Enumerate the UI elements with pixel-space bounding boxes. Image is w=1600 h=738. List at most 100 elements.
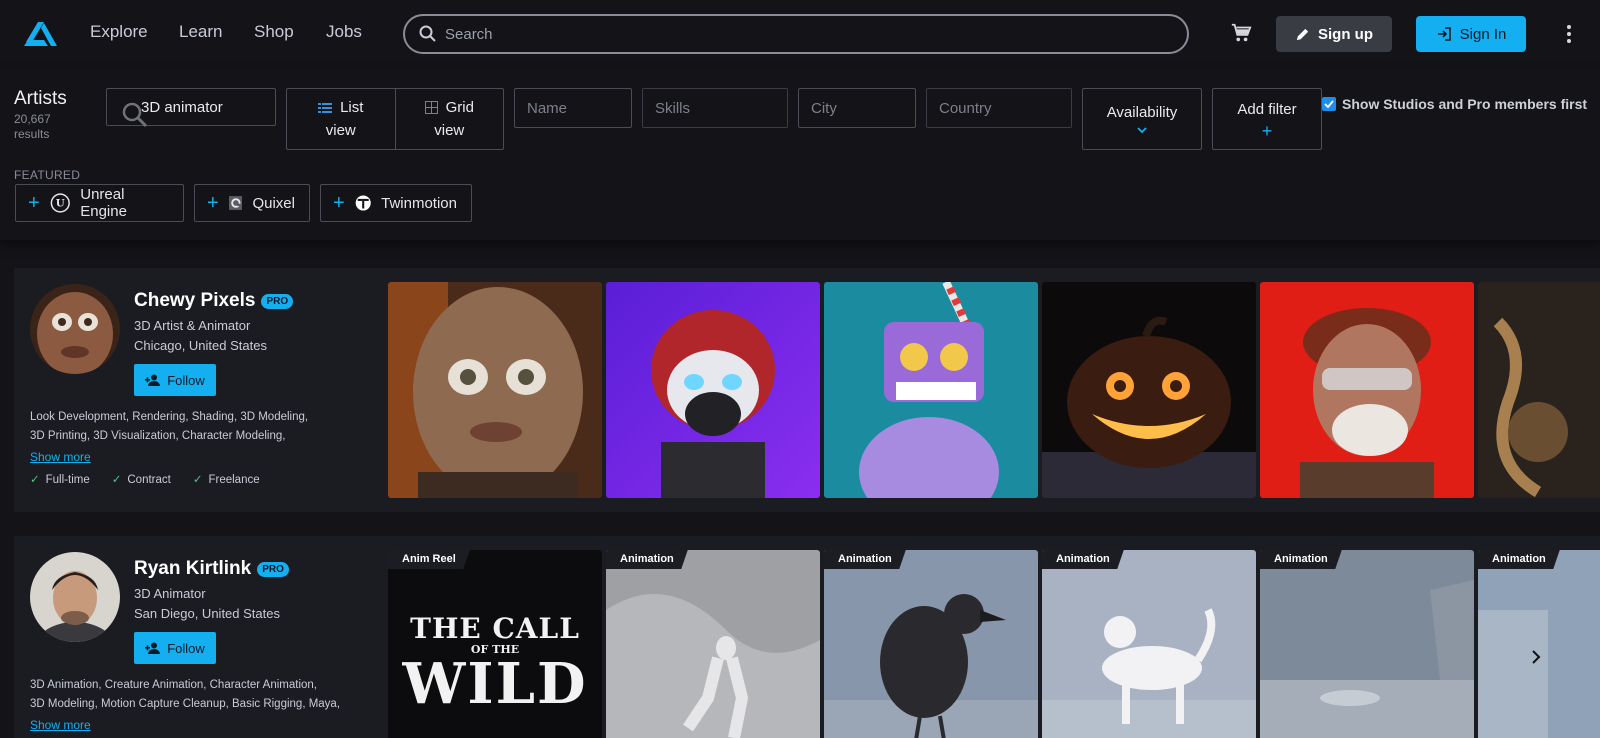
artwork-strip — [388, 282, 1600, 498]
artwork-thumbnail[interactable]: Animation — [1478, 550, 1600, 738]
availability-item: ✓ Full-time — [30, 474, 90, 486]
chevron-down-icon — [1137, 127, 1147, 134]
sign-in-label: Sign In — [1459, 25, 1507, 43]
artist-card: Chewy Pixels PRO 3D Artist & Animator Ch… — [14, 268, 1600, 512]
availability-item: ✓ Freelance — [192, 474, 260, 486]
artwork-thumbnail[interactable]: Animation — [606, 550, 820, 738]
featured-unreal-engine[interactable]: + U Unreal Engine — [15, 184, 184, 222]
check-icon: ✓ — [192, 474, 203, 486]
artwork-thumbnail[interactable] — [1478, 282, 1600, 498]
artist-role: 3D Artist & Animator — [134, 318, 251, 333]
checkbox-checked-icon[interactable] — [1322, 97, 1336, 111]
nav-shop[interactable]: Shop — [254, 22, 294, 42]
artwork-thumbnail[interactable] — [1042, 282, 1256, 498]
search-icon — [419, 25, 436, 42]
nav-learn[interactable]: Learn — [179, 22, 222, 42]
skills-line: Look Development, Rendering, Shading, 3D… — [30, 411, 309, 423]
artstation-logo[interactable] — [22, 18, 58, 50]
page-title: Artists — [14, 88, 67, 109]
filter-bar: Artists 20,667 results 3D animator List … — [0, 68, 1600, 240]
check-icon: ✓ — [30, 474, 40, 486]
thumbnail-tag: Animation — [606, 550, 688, 569]
artwork-thumbnail[interactable] — [1260, 282, 1474, 498]
keyword-filter[interactable]: 3D animator — [106, 88, 276, 128]
avatar[interactable] — [30, 284, 120, 374]
results-count: 20,667 results — [14, 112, 74, 142]
artist-name[interactable]: Chewy Pixels PRO — [134, 290, 294, 312]
sign-in-button[interactable]: Sign In — [1416, 16, 1526, 52]
view-toggle: List view Grid view — [286, 88, 504, 150]
plus-icon: + — [28, 192, 40, 214]
artwork-thumbnail[interactable] — [824, 282, 1038, 498]
add-user-icon — [145, 642, 161, 654]
featured-quixel-label: Quixel — [252, 194, 295, 212]
sign-up-label: Sign up — [1318, 25, 1373, 43]
artist-name[interactable]: Ryan Kirtlink PRO — [134, 558, 289, 580]
artist-location: San Diego, United States — [134, 606, 280, 621]
reel-title-line: WILD — [402, 651, 588, 717]
artist-card: Ryan Kirtlink PRO 3D Animator San Diego,… — [14, 536, 1600, 738]
city-filter[interactable]: City — [798, 88, 916, 128]
artist-role: 3D Animator — [134, 586, 206, 601]
thumbnail-tag: Animation — [1260, 550, 1342, 569]
artwork-strip: THE CALL OF THE WILD Anim Reel Animation — [388, 550, 1600, 738]
pro-badge: PRO — [261, 293, 294, 309]
list-view-button[interactable]: List view — [287, 89, 395, 149]
artwork-thumbnail[interactable]: Animation — [824, 550, 1038, 738]
skills-line: 3D Modeling, Motion Capture Cleanup, Bas… — [30, 698, 341, 710]
availability-list: ✓ Full-time ✓ Contract ✓ Freelance — [30, 472, 260, 486]
show-more-link[interactable]: Show more — [30, 718, 91, 732]
add-filter-button[interactable]: Add filter + — [1212, 88, 1322, 150]
grid-view-label: Grid — [445, 99, 474, 116]
skills-line: 3D Printing, 3D Visualization, Character… — [30, 430, 286, 442]
country-filter[interactable]: Country — [926, 88, 1072, 128]
follow-label: Follow — [167, 372, 205, 388]
pro-badge: PRO — [257, 561, 289, 577]
artwork-thumbnail[interactable] — [388, 282, 602, 498]
plus-icon: + — [333, 192, 345, 214]
follow-button[interactable]: Follow — [134, 632, 216, 664]
plus-icon: + — [1261, 120, 1273, 141]
top-navbar: Explore Learn Shop Jobs Sign up Sign In — [0, 0, 1600, 68]
avatar[interactable] — [30, 552, 120, 642]
studios-first-checkbox[interactable]: Show Studios and Pro members first — [1322, 96, 1587, 112]
add-filter-label: Add filter — [1237, 100, 1297, 118]
follow-label: Follow — [167, 640, 205, 656]
artwork-thumbnail[interactable]: Animation — [1042, 550, 1256, 738]
list-view-label: List — [340, 99, 364, 116]
availability-dropdown[interactable]: Availability — [1082, 88, 1202, 150]
svg-text:U: U — [55, 198, 64, 210]
nav-explore[interactable]: Explore — [90, 22, 148, 42]
sign-up-button[interactable]: Sign up — [1276, 16, 1392, 52]
chevron-right-icon[interactable] — [1530, 648, 1542, 666]
artist-skills: 3D Animation, Creature Animation, Charac… — [30, 676, 370, 714]
featured-unreal-label: Unreal Engine — [80, 186, 127, 220]
more-options-icon[interactable] — [1566, 24, 1572, 44]
list-view-label-2: view — [325, 122, 356, 139]
availability-label: Availability — [1106, 104, 1178, 121]
thumbnail-tag: Anim Reel — [388, 550, 470, 569]
featured-twinmotion[interactable]: + Twinmotion — [320, 184, 472, 222]
add-user-icon — [145, 374, 161, 386]
search-input[interactable] — [445, 16, 1165, 52]
reel-title-line: THE CALL — [410, 612, 580, 645]
cart-icon[interactable] — [1230, 22, 1252, 44]
keyword-value: 3D animator — [141, 99, 223, 116]
featured-quixel[interactable]: + Quixel — [194, 184, 310, 222]
pencil-icon — [1296, 28, 1309, 40]
skills-filter[interactable]: Skills — [642, 88, 788, 128]
grid-view-button[interactable]: Grid view — [394, 89, 504, 149]
results-suffix: results — [14, 127, 50, 141]
grid-icon — [424, 101, 438, 114]
follow-button[interactable]: Follow — [134, 364, 216, 396]
artwork-thumbnail[interactable]: Animation — [1260, 550, 1474, 738]
artwork-thumbnail[interactable] — [606, 282, 820, 498]
show-more-link[interactable]: Show more — [30, 450, 91, 464]
nav-jobs[interactable]: Jobs — [326, 22, 362, 42]
featured-heading: FEATURED — [14, 168, 81, 182]
search-bar[interactable] — [403, 14, 1189, 54]
artwork-thumbnail[interactable]: THE CALL OF THE WILD Anim Reel — [388, 550, 602, 738]
artist-location: Chicago, United States — [134, 338, 267, 353]
skills-line: 3D Animation, Creature Animation, Charac… — [30, 679, 318, 691]
name-filter[interactable]: Name — [514, 88, 632, 128]
